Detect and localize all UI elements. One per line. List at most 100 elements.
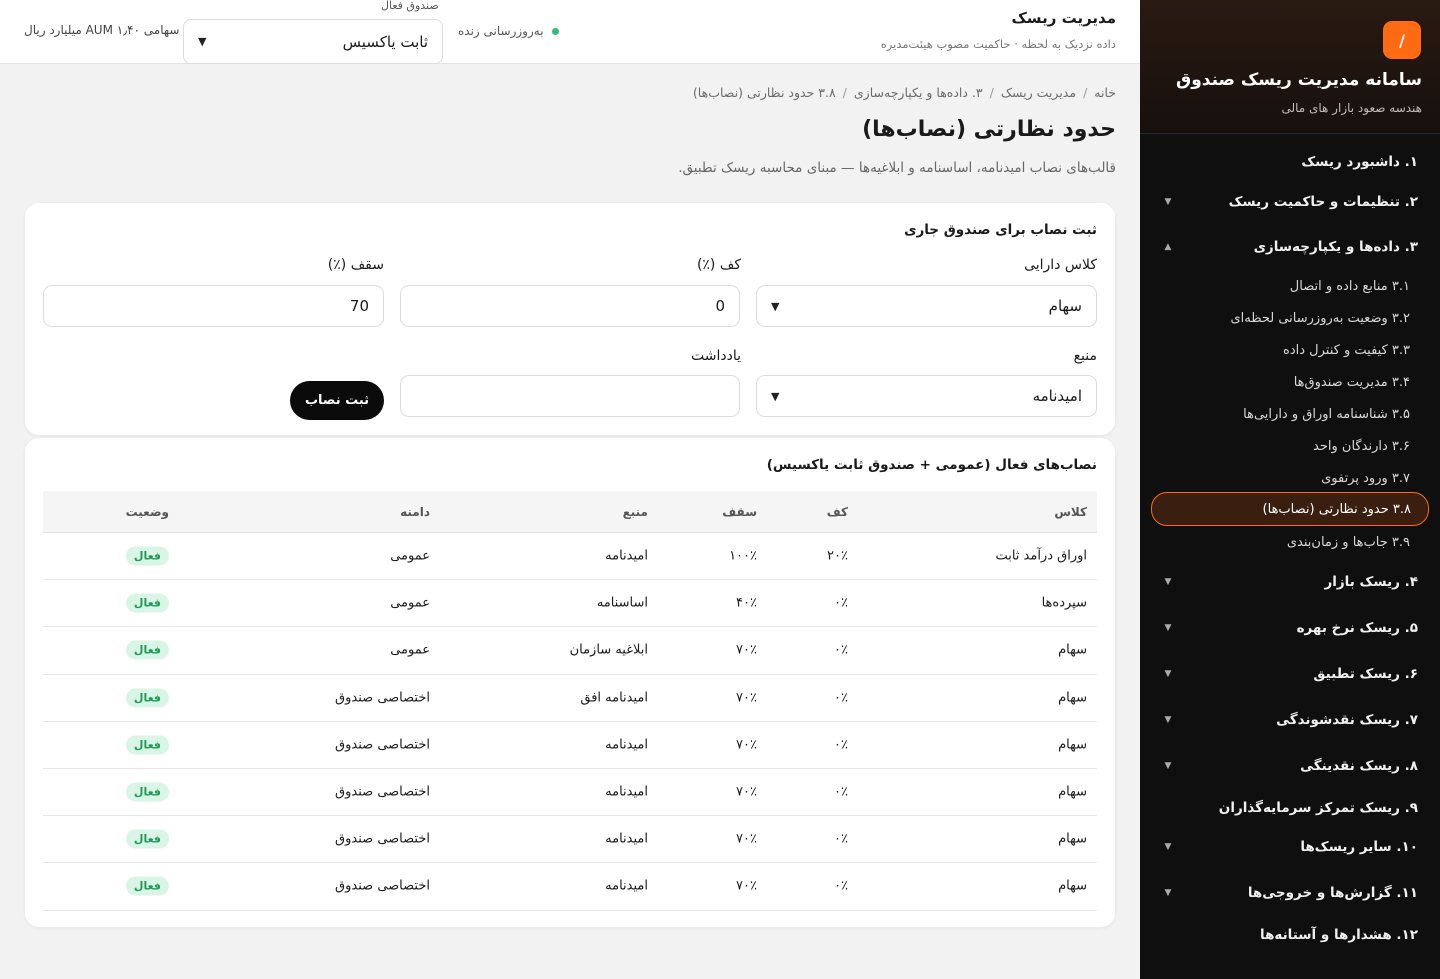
chevron-down-icon: ▼ (1164, 577, 1172, 587)
submit-threshold-button[interactable]: ثبت نصاب (290, 381, 384, 420)
breadcrumb-separator: / (842, 85, 847, 100)
cell-scope: اختصاصی صندوق (335, 831, 430, 847)
table-row[interactable]: سهام ۰٪ ۷۰٪ امیدنامه اختصاصی صندوق فعال (43, 769, 1097, 817)
sidebar-item[interactable]: ۱. داشبورد ریسک (1140, 144, 1440, 180)
sidebar-item[interactable]: ۱۲. هشدارها و آستانه‌ها (1140, 917, 1440, 953)
chevron-down-icon: ▼ (1164, 761, 1172, 771)
sidebar-header: / سامانه مدیریت ریسک صندوق هندسه صعود با… (1140, 0, 1440, 134)
sidebar: / سامانه مدیریت ریسک صندوق هندسه صعود با… (1140, 0, 1440, 979)
sidebar-item[interactable]: ۵. ریسک نرخ بهره ▼ (1140, 610, 1440, 646)
sidebar-item[interactable]: ۷. ریسک نقدشوندگی ▼ (1140, 702, 1440, 738)
thresholds-table: کلاس کف سقف منبع دامنه وضعیت اوراق درآمد… (43, 491, 1097, 911)
table-title: نصاب‌های فعال (عمومی + صندوق ثابت یاکسیس… (766, 457, 1097, 473)
sidebar-subitem[interactable]: ۳.۷ ورود پرتفوی (1140, 463, 1440, 493)
breadcrumb-separator: / (1083, 85, 1088, 100)
sidebar-subitem[interactable]: ۳.۵ شناسنامه اوراق و دارایی‌ها (1140, 399, 1440, 429)
status-badge: فعال (125, 782, 169, 802)
cell-class: سهام (1058, 690, 1087, 706)
sidebar-item[interactable]: ۱۰. سایر ریسک‌ها ▼ (1140, 829, 1440, 865)
cell-source: امیدنامه (605, 878, 648, 894)
cell-cap: ۷۰٪ (736, 642, 757, 658)
status-badge: فعال (125, 546, 169, 566)
cell-source: امیدنامه (605, 548, 648, 564)
cell-floor: ۰٪ (834, 690, 848, 706)
app-title: سامانه مدیریت ریسک صندوق (1176, 70, 1422, 90)
breadcrumb-data-integration[interactable]: ۳. داده‌ها و یکپارچه‌سازی (854, 85, 983, 100)
header-subtitle: داده نزدیک به لحظه · حاکمیت مصوب هیئت‌مد… (880, 37, 1116, 51)
source-select[interactable]: امیدنامه ▼ (756, 375, 1097, 417)
cell-scope: اختصاصی صندوق (335, 690, 430, 706)
chevron-down-icon: ▼ (1164, 623, 1172, 633)
cell-class: سهام (1058, 784, 1087, 800)
sidebar-item-label: ۲. تنظیمات و حاکمیت ریسک (1228, 194, 1418, 210)
status-badge: فعال (125, 829, 169, 849)
cap-value: 70 (349, 297, 369, 315)
table-row[interactable]: اوراق درآمد ثابت ۲۰٪ ۱۰۰٪ امیدنامه عمومی فعال (43, 533, 1097, 581)
table-row[interactable]: سپرده‌ها ۰٪ ۴۰٪ اساسنامه عمومی فعال (43, 580, 1097, 628)
breadcrumb-current: ۳.۸ حدود نظارتی (نصاب‌ها) (692, 85, 836, 100)
sidebar-subitem[interactable]: ۳.۲ وضعیت به‌روزرسانی لحظه‌ای (1140, 303, 1440, 333)
table-row[interactable]: سهام ۰٪ ۷۰٪ امیدنامه افق اختصاصی صندوق فعال (43, 675, 1097, 722)
sidebar-subitem[interactable]: ۳.۱ منابع داده و اتصال (1140, 271, 1440, 301)
sidebar-item[interactable]: ۹. ریسک تمرکز سرمایه‌گذاران (1140, 790, 1440, 826)
sidebar-subitem[interactable]: ۳.۶ دارندگان واحد (1140, 431, 1440, 461)
cell-source: امیدنامه (605, 831, 648, 847)
sidebar-item[interactable]: ۲. تنظیمات و حاکمیت ریسک ▼ (1140, 184, 1440, 220)
cell-class: اوراق درآمد ثابت (995, 548, 1087, 564)
floor-input[interactable]: 0 (400, 285, 740, 327)
cell-scope: اختصاصی صندوق (335, 737, 430, 753)
table-row[interactable]: سهام ۰٪ ۷۰٪ امیدنامه اختصاصی صندوق فعال (43, 722, 1097, 769)
cell-status: فعال (125, 829, 169, 849)
chevron-down-icon: ▼ (1164, 842, 1172, 852)
sidebar-subitem[interactable]: ۳.۹ جاب‌ها و زمان‌بندی (1140, 527, 1440, 557)
header-title: مدیریت ریسک (1011, 9, 1116, 27)
asset-class-select[interactable]: سهام ▼ (756, 285, 1097, 327)
cell-scope: عمومی (390, 548, 430, 564)
live-update-indicator: به‌روزرسانی زنده (458, 24, 559, 38)
sidebar-item[interactable]: ۶. ریسک تطبیق ▼ (1140, 656, 1440, 692)
sidebar-subitem[interactable]: ۳.۳ کیفیت و کنترل داده (1140, 335, 1440, 365)
chevron-down-icon: ▼ (771, 389, 780, 403)
table-header: کلاس کف سقف منبع دامنه وضعیت (43, 491, 1097, 533)
sidebar-item-label: ۶. ریسک تطبیق (1313, 666, 1418, 682)
floor-label: کف (٪) (696, 257, 741, 273)
breadcrumb-risk-management[interactable]: مدیریت ریسک (1001, 85, 1076, 100)
asset-class-value: سهام (1048, 297, 1082, 315)
live-update-label: به‌روزرسانی زنده (458, 24, 544, 38)
sidebar-item[interactable]: ۳. داده‌ها و یکپارچه‌سازی ▲ (1140, 229, 1440, 265)
cell-scope: اختصاصی صندوق (335, 784, 430, 800)
breadcrumb-home[interactable]: خانه (1094, 85, 1116, 100)
table-row[interactable]: سهام ۰٪ ۷۰٪ امیدنامه اختصاصی صندوق فعال (43, 863, 1097, 911)
sidebar-subitem[interactable]: ۳.۴ مدیریت صندوق‌ها (1140, 367, 1440, 397)
sidebar-item-label: ۷. ریسک نقدشوندگی (1276, 712, 1418, 728)
table-row[interactable]: سهام ۰٪ ۷۰٪ امیدنامه اختصاصی صندوق فعال (43, 816, 1097, 864)
sidebar-item-label: ۵. ریسک نرخ بهره (1296, 620, 1418, 636)
cap-input[interactable]: 70 (43, 285, 384, 327)
cell-status: فعال (125, 593, 169, 613)
col-header-scope: دامنه (400, 504, 430, 519)
active-fund-select[interactable]: ثابت یاکسیس ▼ (183, 19, 443, 64)
sidebar-item[interactable]: ۴. ریسک بازار ▼ (1140, 564, 1440, 600)
status-badge: فعال (125, 876, 169, 896)
note-input[interactable] (400, 375, 740, 417)
cell-cap: ۷۰٪ (736, 831, 757, 847)
cell-floor: ۰٪ (834, 831, 848, 847)
status-badge: فعال (125, 735, 169, 755)
sidebar-item[interactable]: ۸. ریسک نقدینگی ▼ (1140, 748, 1440, 784)
page-title: حدود نظارتی (نصاب‌ها) (862, 117, 1116, 142)
table-row[interactable]: سهام ۰٪ ۷۰٪ ابلاغیه سازمان عمومی فعال (43, 627, 1097, 675)
app-logo[interactable]: / (1383, 21, 1421, 59)
sidebar-item[interactable]: ۱۱. گزارش‌ها و خروجی‌ها ▼ (1140, 875, 1440, 911)
threshold-form-card: ثبت نصاب برای صندوق جاری کلاس دارایی سها… (25, 203, 1115, 435)
cell-floor: ۰٪ (834, 595, 848, 611)
live-dot-icon (551, 27, 559, 35)
chevron-down-icon: ▼ (1164, 715, 1172, 725)
chevron-down-icon: ▼ (198, 35, 207, 48)
table-body: اوراق درآمد ثابت ۲۰٪ ۱۰۰٪ امیدنامه عمومی فعال… (43, 533, 1097, 911)
cell-source: امیدنامه افق (580, 690, 648, 706)
note-label: یادداشت (691, 348, 741, 364)
source-value: امیدنامه (1032, 387, 1082, 405)
sidebar-subitem-active[interactable]: ۳.۸ حدود نظارتی (نصاب‌ها) (1151, 492, 1429, 526)
cell-status: فعال (125, 735, 169, 755)
floor-value: 0 (715, 297, 725, 315)
